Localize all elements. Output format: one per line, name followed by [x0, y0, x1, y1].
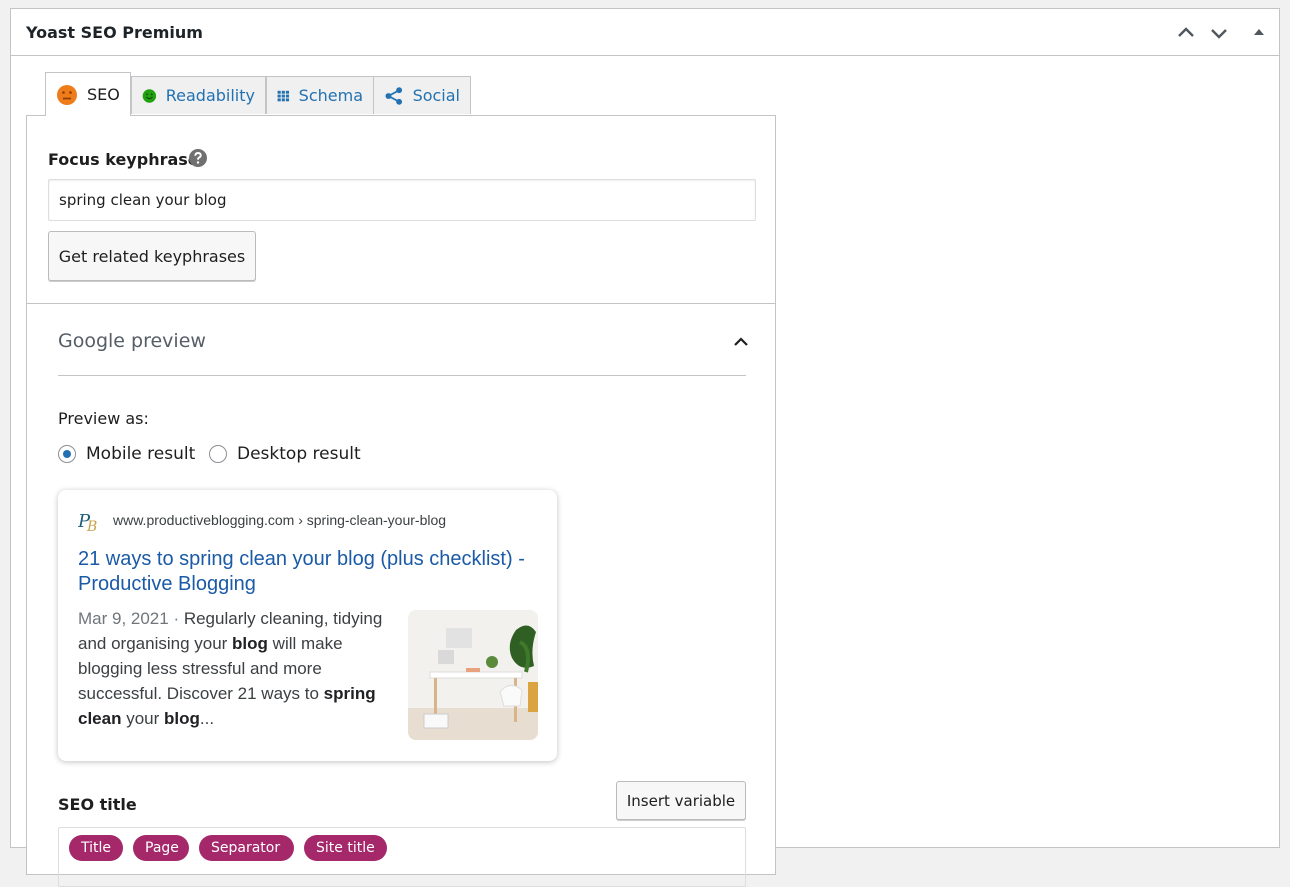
yoast-seo-panel: Yoast SEO Premium SEO Readability Schema… [10, 8, 1280, 887]
chevron-down-icon [1211, 29, 1227, 39]
panel-title: Yoast SEO Premium [26, 23, 203, 42]
site-favicon-icon: P B [78, 511, 97, 533]
seo-title-editor[interactable]: Title Page Separator Site title [58, 827, 746, 887]
move-up-button[interactable] [1174, 21, 1198, 45]
tab-label: SEO [87, 85, 120, 104]
google-preview-collapse-button[interactable] [729, 330, 753, 354]
panel-header: Yoast SEO Premium [11, 9, 1279, 56]
mobile-result-radio[interactable]: Mobile result [58, 444, 195, 464]
radio-unchecked[interactable] [209, 445, 227, 463]
chevron-up-icon [1178, 27, 1194, 37]
move-down-button[interactable] [1207, 21, 1231, 45]
caret-up-icon [1254, 29, 1264, 35]
desktop-result-radio[interactable]: Desktop result [209, 444, 361, 464]
help-icon[interactable] [189, 149, 207, 167]
seo-tab-content: Focus keyphrase Get related keyphrases G… [26, 115, 776, 887]
chevron-up-icon [734, 337, 748, 346]
seo-title-label: SEO title [58, 795, 137, 814]
get-related-keyphrases-button[interactable]: Get related keyphrases [48, 231, 256, 281]
tab-label: Readability [165, 86, 255, 105]
tab-label: Social [412, 86, 460, 105]
divider [58, 375, 746, 376]
mobile-serp-preview: P B www.productiveblogging.com › spring-… [58, 490, 557, 761]
divider [27, 303, 775, 304]
radio-checked[interactable] [58, 445, 76, 463]
variable-pill-site-title[interactable]: Site title [304, 835, 387, 861]
serp-date: Mar 9, 2021 · [78, 609, 184, 628]
green-smiley-face-icon [142, 88, 157, 103]
google-preview-title: Google preview [58, 330, 206, 352]
serp-title-link[interactable]: 21 ways to spring clean your blog (plus … [78, 547, 538, 597]
desc-keyword: blog [232, 634, 268, 653]
grid-icon [277, 90, 290, 101]
radio-label: Desktop result [237, 444, 361, 464]
radio-label: Mobile result [86, 444, 196, 464]
variable-pill-page[interactable]: Page [133, 835, 189, 861]
share-icon [385, 86, 403, 105]
serp-thumbnail-image [408, 610, 538, 740]
tab-social[interactable]: Social [373, 76, 471, 114]
tab-label: Schema [298, 86, 363, 105]
svg-text:B: B [86, 519, 97, 533]
desc-text: your [121, 709, 165, 728]
focus-keyphrase-label: Focus keyphrase [48, 150, 199, 169]
desc-text: ... [199, 709, 215, 728]
preview-as-label: Preview as: [58, 409, 149, 428]
tab-seo[interactable]: SEO [45, 72, 131, 116]
desc-keyword: blog [164, 709, 200, 728]
serp-url: www.productiveblogging.com › spring-clea… [113, 512, 447, 528]
toggle-panel-button[interactable] [1247, 21, 1271, 45]
serp-description: Mar 9, 2021 · Regularly cleaning, tidyin… [78, 606, 393, 731]
variable-pill-separator[interactable]: Separator [199, 835, 294, 861]
variable-pill-title[interactable]: Title [69, 835, 123, 861]
insert-variable-button[interactable]: Insert variable [616, 781, 746, 820]
tab-schema[interactable]: Schema [266, 76, 374, 114]
tab-readability[interactable]: Readability [131, 76, 266, 114]
orange-neutral-face-icon [57, 84, 77, 105]
focus-keyphrase-input[interactable] [48, 179, 756, 221]
